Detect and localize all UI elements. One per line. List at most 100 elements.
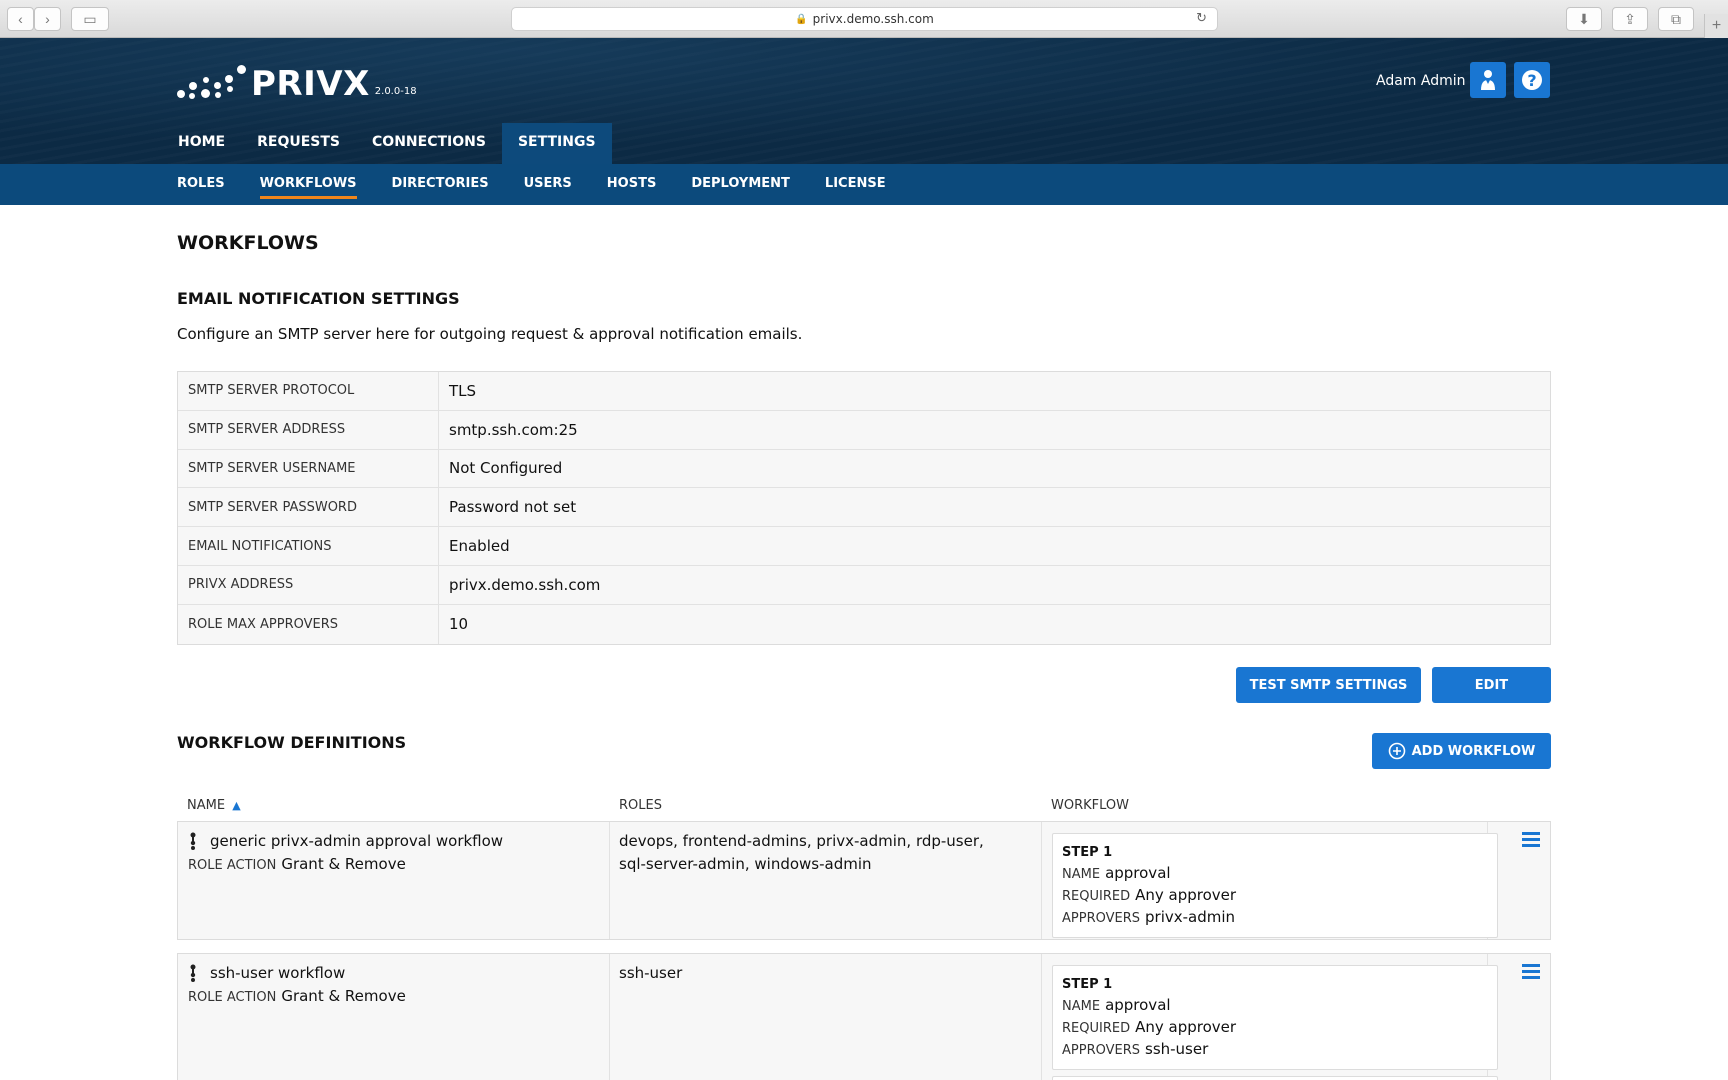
column-name-label: NAME <box>187 798 226 813</box>
chevron-left-icon: ‹ <box>18 11 23 27</box>
workflow-role-action: ROLE ACTION Grant & Remove <box>188 987 406 1005</box>
hamburger-menu-icon[interactable] <box>1522 964 1540 980</box>
workflow-table-header: NAME ▲ ROLES WORKFLOW <box>177 798 1551 818</box>
workflow-roles: devops, frontend-admins, privx-admin, rd… <box>619 832 984 873</box>
settings-row: SMTP SERVER USERNAME Not Configured <box>178 449 1550 489</box>
settings-value: Password not set <box>449 498 577 517</box>
subnav-hosts[interactable]: HOSTS <box>607 164 657 205</box>
subnav-workflows[interactable]: WORKFLOWS <box>259 164 357 205</box>
app-header: PRIVX 2.0.0-18 Adam Admin ? HOME REQUEST… <box>0 38 1728 164</box>
role-action-value: Grant & Remove <box>281 987 406 1005</box>
role-action-label: ROLE ACTION <box>188 858 277 873</box>
settings-label: SMTP SERVER ADDRESS <box>178 410 439 449</box>
settings-label: EMAIL NOTIFICATIONS <box>178 527 439 565</box>
settings-row: ROLE MAX APPROVERS 10 <box>178 604 1550 644</box>
plus-circle-icon <box>1388 742 1405 760</box>
share-button[interactable]: ⇪ <box>1612 7 1648 31</box>
add-workflow-button[interactable]: ADD WORKFLOW <box>1372 733 1551 769</box>
address-bar[interactable]: 🔒 privx.demo.ssh.com ↻ <box>511 7 1218 31</box>
back-button[interactable]: ‹ <box>7 7 34 31</box>
settings-value: Enabled <box>449 537 510 556</box>
settings-label: SMTP SERVER USERNAME <box>178 449 439 488</box>
workflow-icon <box>190 964 196 982</box>
step-title: STEP 1 <box>1062 845 1113 860</box>
url-text: privx.demo.ssh.com <box>812 12 934 26</box>
step-approvers-value: privx-admin <box>1145 908 1236 926</box>
subnav-users[interactable]: USERS <box>524 164 572 205</box>
step-name-label: NAME <box>1062 867 1101 882</box>
sidebar-toggle-button[interactable]: ▭ <box>71 7 109 31</box>
workflow-roles: ssh-user <box>619 964 683 982</box>
settings-row: SMTP SERVER PROTOCOL TLS <box>178 372 1550 411</box>
subnav-license[interactable]: LICENSE <box>825 164 886 205</box>
step-required-label: REQUIRED <box>1062 1021 1131 1036</box>
sidebar-icon: ▭ <box>83 10 97 27</box>
help-button[interactable]: ? <box>1514 62 1550 98</box>
help-glyph: ? <box>1527 70 1537 90</box>
user-profile-button[interactable] <box>1470 62 1506 98</box>
subnav-roles[interactable]: ROLES <box>177 164 225 205</box>
settings-value: smtp.ssh.com:25 <box>449 420 578 439</box>
subnav-directories[interactable]: DIRECTORIES <box>392 164 489 205</box>
settings-label: ROLE MAX APPROVERS <box>178 604 439 644</box>
step-required-label: REQUIRED <box>1062 889 1131 904</box>
step-required: REQUIRED Any approver <box>1062 1017 1488 1039</box>
reload-icon[interactable]: ↻ <box>1196 11 1207 26</box>
main-nav: HOME REQUESTS CONNECTIONS SETTINGS <box>162 123 612 164</box>
step-approvers-label: APPROVERS <box>1062 911 1140 926</box>
settings-row: EMAIL NOTIFICATIONS Enabled <box>178 527 1550 566</box>
browser-toolbar: ‹ › ▭ 🔒 privx.demo.ssh.com ↻ ⬇ ⇪ ⧉ + <box>0 0 1728 38</box>
settings-value: privx.demo.ssh.com <box>449 575 601 594</box>
workflow-definitions-title: WORKFLOW DEFINITIONS <box>177 733 407 752</box>
step-title: STEP 1 <box>1062 977 1113 992</box>
edit-button[interactable]: EDIT <box>1432 667 1551 703</box>
step-name-value: approval <box>1105 996 1171 1014</box>
nav-connections[interactable]: CONNECTIONS <box>356 123 502 164</box>
settings-label: SMTP SERVER PASSWORD <box>178 488 439 527</box>
subnav-deployment[interactable]: DEPLOYMENT <box>691 164 790 205</box>
download-icon: ⬇ <box>1578 10 1590 27</box>
role-action-label: ROLE ACTION <box>188 990 277 1005</box>
downloads-button[interactable]: ⬇ <box>1566 7 1602 31</box>
sort-ascending-icon: ▲ <box>232 799 241 812</box>
new-tab-button[interactable]: + <box>1704 14 1728 38</box>
step-required-value: Any approver <box>1135 1018 1237 1036</box>
settings-value: TLS <box>449 381 477 400</box>
user-name[interactable]: Adam Admin <box>1376 73 1466 89</box>
workflow-name-text: generic privx-admin approval workflow <box>210 832 504 850</box>
workflow-name[interactable]: ssh-user workflow <box>188 964 345 982</box>
logo-text: PRIVX <box>251 64 370 104</box>
smtp-settings-table: SMTP SERVER PROTOCOL TLS SMTP SERVER ADD… <box>177 371 1551 645</box>
column-header-workflow: WORKFLOW <box>1051 798 1129 813</box>
settings-label: PRIVX ADDRESS <box>178 565 439 604</box>
tabs-icon: ⧉ <box>1671 10 1681 27</box>
hamburger-menu-icon[interactable] <box>1522 832 1540 848</box>
privx-logo[interactable]: PRIVX 2.0.0-18 <box>177 62 417 102</box>
workflow-name[interactable]: generic privx-admin approval workflow <box>188 832 503 850</box>
email-settings-description: Configure an SMTP server here for outgoi… <box>177 325 803 343</box>
user-icon <box>1481 70 1495 90</box>
forward-button[interactable]: › <box>34 7 61 31</box>
step-approvers: APPROVERS privx-admin <box>1062 907 1488 929</box>
test-smtp-settings-button[interactable]: TEST SMTP SETTINGS <box>1236 667 1421 703</box>
nav-settings[interactable]: SETTINGS <box>501 123 612 164</box>
step-name-value: approval <box>1105 864 1171 882</box>
settings-subnav: ROLES WORKFLOWS DIRECTORIES USERS HOSTS … <box>0 164 1728 205</box>
settings-label: SMTP SERVER PROTOCOL <box>178 372 439 410</box>
step-required-value: Any approver <box>1135 886 1237 904</box>
nav-home[interactable]: HOME <box>162 123 241 164</box>
settings-row: PRIVX ADDRESS privx.demo.ssh.com <box>178 565 1550 605</box>
chevron-right-icon: › <box>45 11 50 27</box>
lock-icon: 🔒 <box>795 13 808 25</box>
tabs-overview-button[interactable]: ⧉ <box>1658 7 1694 31</box>
column-header-name[interactable]: NAME ▲ <box>187 798 241 813</box>
column-header-roles: ROLES <box>619 798 662 813</box>
workflow-row: ssh-user workflow ROLE ACTION Grant & Rem… <box>177 953 1551 1080</box>
step-name-label: NAME <box>1062 999 1101 1014</box>
nav-requests[interactable]: REQUESTS <box>241 123 356 164</box>
email-settings-title: EMAIL NOTIFICATION SETTINGS <box>177 289 460 308</box>
workflow-icon <box>190 832 196 850</box>
role-action-value: Grant & Remove <box>281 855 406 873</box>
settings-value: 10 <box>449 615 469 634</box>
version-label: 2.0.0-18 <box>374 86 417 97</box>
